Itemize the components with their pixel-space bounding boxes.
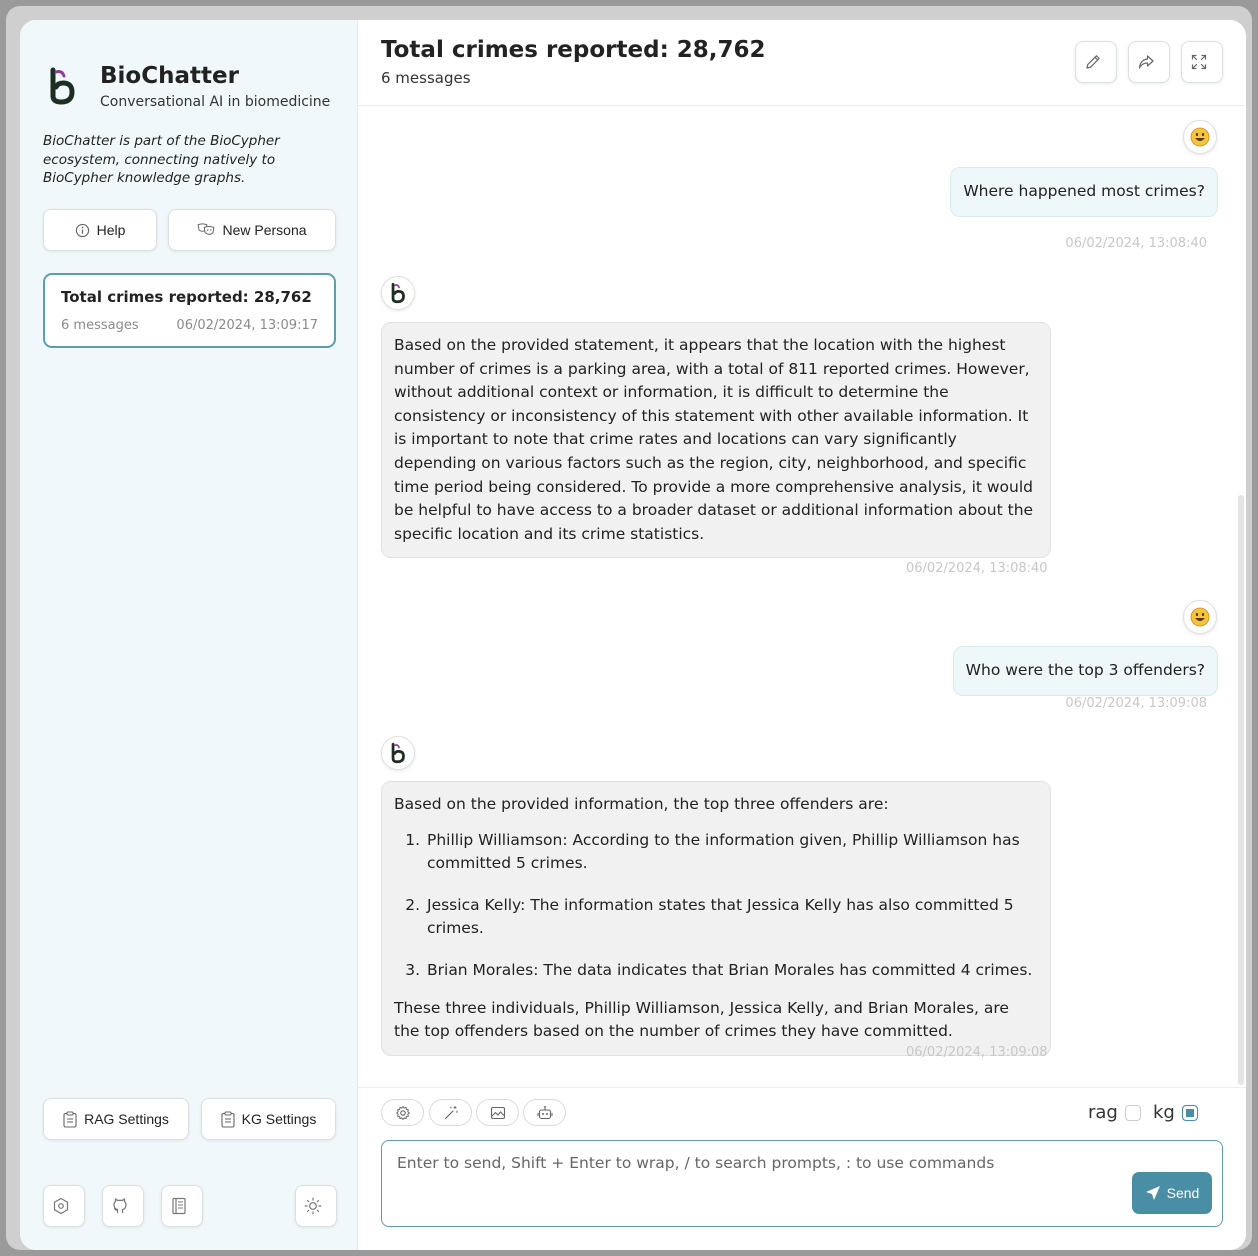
message-timestamp: 06/02/2024, 13:08:40 — [906, 561, 1048, 576]
clipboard-icon — [221, 1111, 235, 1128]
user-avatar — [1183, 600, 1217, 634]
conversation-title: Total crimes reported: 28,762 — [61, 288, 312, 306]
new-persona-button[interactable]: New Persona — [168, 209, 336, 251]
rag-settings-label: RAG Settings — [84, 1111, 169, 1127]
smiley-face-icon — [1190, 607, 1210, 627]
info-icon — [75, 223, 89, 237]
masks-icon — [198, 223, 215, 235]
chat-title: Total crimes reported: 28,762 — [381, 37, 766, 63]
help-label: Help — [96, 222, 126, 238]
assistant-avatar — [381, 736, 415, 770]
rag-checkbox[interactable] — [1124, 1104, 1141, 1121]
message-timestamp: 06/02/2024, 13:08:40 — [1065, 236, 1207, 251]
message-outro: These three individuals, Phillip William… — [394, 998, 1009, 1041]
share-arrow-icon — [1138, 55, 1154, 69]
prompt-magic-tool[interactable] — [429, 1099, 472, 1126]
docs-button[interactable] — [161, 1185, 203, 1227]
fullscreen-button[interactable] — [1181, 41, 1223, 83]
kg-settings-label: KG Settings — [241, 1111, 317, 1127]
chat-messages: Where happened most crimes? 06/02/2024, … — [358, 107, 1246, 1087]
kg-checkbox[interactable] — [1181, 1104, 1198, 1121]
user-message-bubble: Where happened most crimes? — [950, 167, 1218, 217]
rag-toggle[interactable]: rag — [1088, 1102, 1141, 1123]
image-upload-tool[interactable] — [476, 1099, 519, 1126]
clipboard-icon — [63, 1111, 77, 1128]
smiley-face-icon — [1190, 127, 1210, 147]
new-persona-label: New Persona — [222, 222, 307, 238]
kg-toggle[interactable]: kg — [1153, 1102, 1198, 1123]
hexagon-settings-icon — [53, 1197, 68, 1215]
share-button[interactable] — [1128, 41, 1170, 83]
assistant-avatar — [381, 276, 415, 310]
message-timestamp: 06/02/2024, 13:09:08 — [1065, 696, 1207, 711]
list-item: Brian Morales: The data indicates that B… — [425, 959, 1038, 983]
sidebar: BioChatter Conversational AI in biomedic… — [20, 20, 358, 1250]
brand: BioChatter Conversational AI in biomedic… — [44, 62, 330, 110]
expand-icon — [1191, 54, 1206, 70]
biochatter-logo-icon — [50, 67, 75, 105]
pencil-icon — [1085, 55, 1100, 69]
image-icon — [490, 1106, 505, 1119]
chat-header: Total crimes reported: 28,762 6 messages — [358, 20, 1246, 106]
message-timestamp: 06/02/2024, 13:09:08 — [906, 1045, 1048, 1060]
brand-title: BioChatter — [100, 63, 239, 89]
brand-subtitle: Conversational AI in biomedicine — [100, 94, 331, 110]
list-item: Phillip Williamson: According to the inf… — [425, 829, 1038, 876]
biochatter-logo-icon — [391, 742, 405, 764]
send-icon — [1145, 1186, 1160, 1200]
edit-title-button[interactable] — [1075, 41, 1117, 83]
message-intro: Based on the provided information, the t… — [394, 795, 889, 813]
chat-scrollbar[interactable] — [1238, 495, 1244, 1085]
send-label: Send — [1166, 1185, 1200, 1201]
app-window: BioChatter Conversational AI in biomedic… — [20, 20, 1246, 1250]
kg-toggle-label: kg — [1153, 1102, 1175, 1123]
conversation-timestamp: 06/02/2024, 13:09:17 — [176, 318, 318, 333]
biochatter-logo-icon — [391, 282, 405, 304]
theme-toggle-button[interactable] — [295, 1185, 337, 1227]
book-icon — [171, 1197, 186, 1215]
assistant-message-bubble: Based on the provided information, the t… — [381, 781, 1051, 1056]
chat-main: Total crimes reported: 28,762 6 messages… — [358, 20, 1246, 1250]
assistant-message-bubble: Based on the provided statement, it appe… — [381, 322, 1051, 559]
message-input[interactable] — [382, 1141, 1222, 1226]
user-avatar — [1183, 120, 1217, 154]
rag-toggle-label: rag — [1088, 1102, 1118, 1123]
chat-message-count: 6 messages — [381, 69, 471, 87]
user-message-bubble: Who were the top 3 offenders? — [952, 646, 1218, 696]
chat-input-area: rag kg Send — [358, 1087, 1246, 1250]
conversation-item[interactable]: Total crimes reported: 28,762 6 messages… — [43, 273, 336, 348]
kg-settings-button[interactable]: KG Settings — [201, 1098, 336, 1140]
rag-settings-button[interactable]: RAG Settings — [43, 1098, 189, 1140]
sun-icon — [304, 1197, 321, 1215]
github-button[interactable] — [102, 1185, 144, 1227]
model-settings-tool[interactable] — [381, 1099, 424, 1126]
settings-button[interactable] — [43, 1185, 85, 1227]
github-icon — [112, 1198, 127, 1213]
robot-icon — [536, 1105, 553, 1119]
send-button[interactable]: Send — [1132, 1172, 1212, 1214]
brand-description: BioChatter is part of the BioCypher ecos… — [43, 133, 280, 186]
list-item: Jessica Kelly: The information states th… — [425, 894, 1038, 941]
offender-list: Phillip Williamson: According to the inf… — [425, 829, 1038, 983]
help-button[interactable]: Help — [43, 209, 157, 251]
conversation-message-count: 6 messages — [61, 318, 139, 333]
bot-tool[interactable] — [523, 1099, 566, 1126]
message-input-box: Send — [381, 1140, 1223, 1227]
gear-icon — [395, 1105, 410, 1120]
magic-wand-icon — [444, 1105, 457, 1119]
